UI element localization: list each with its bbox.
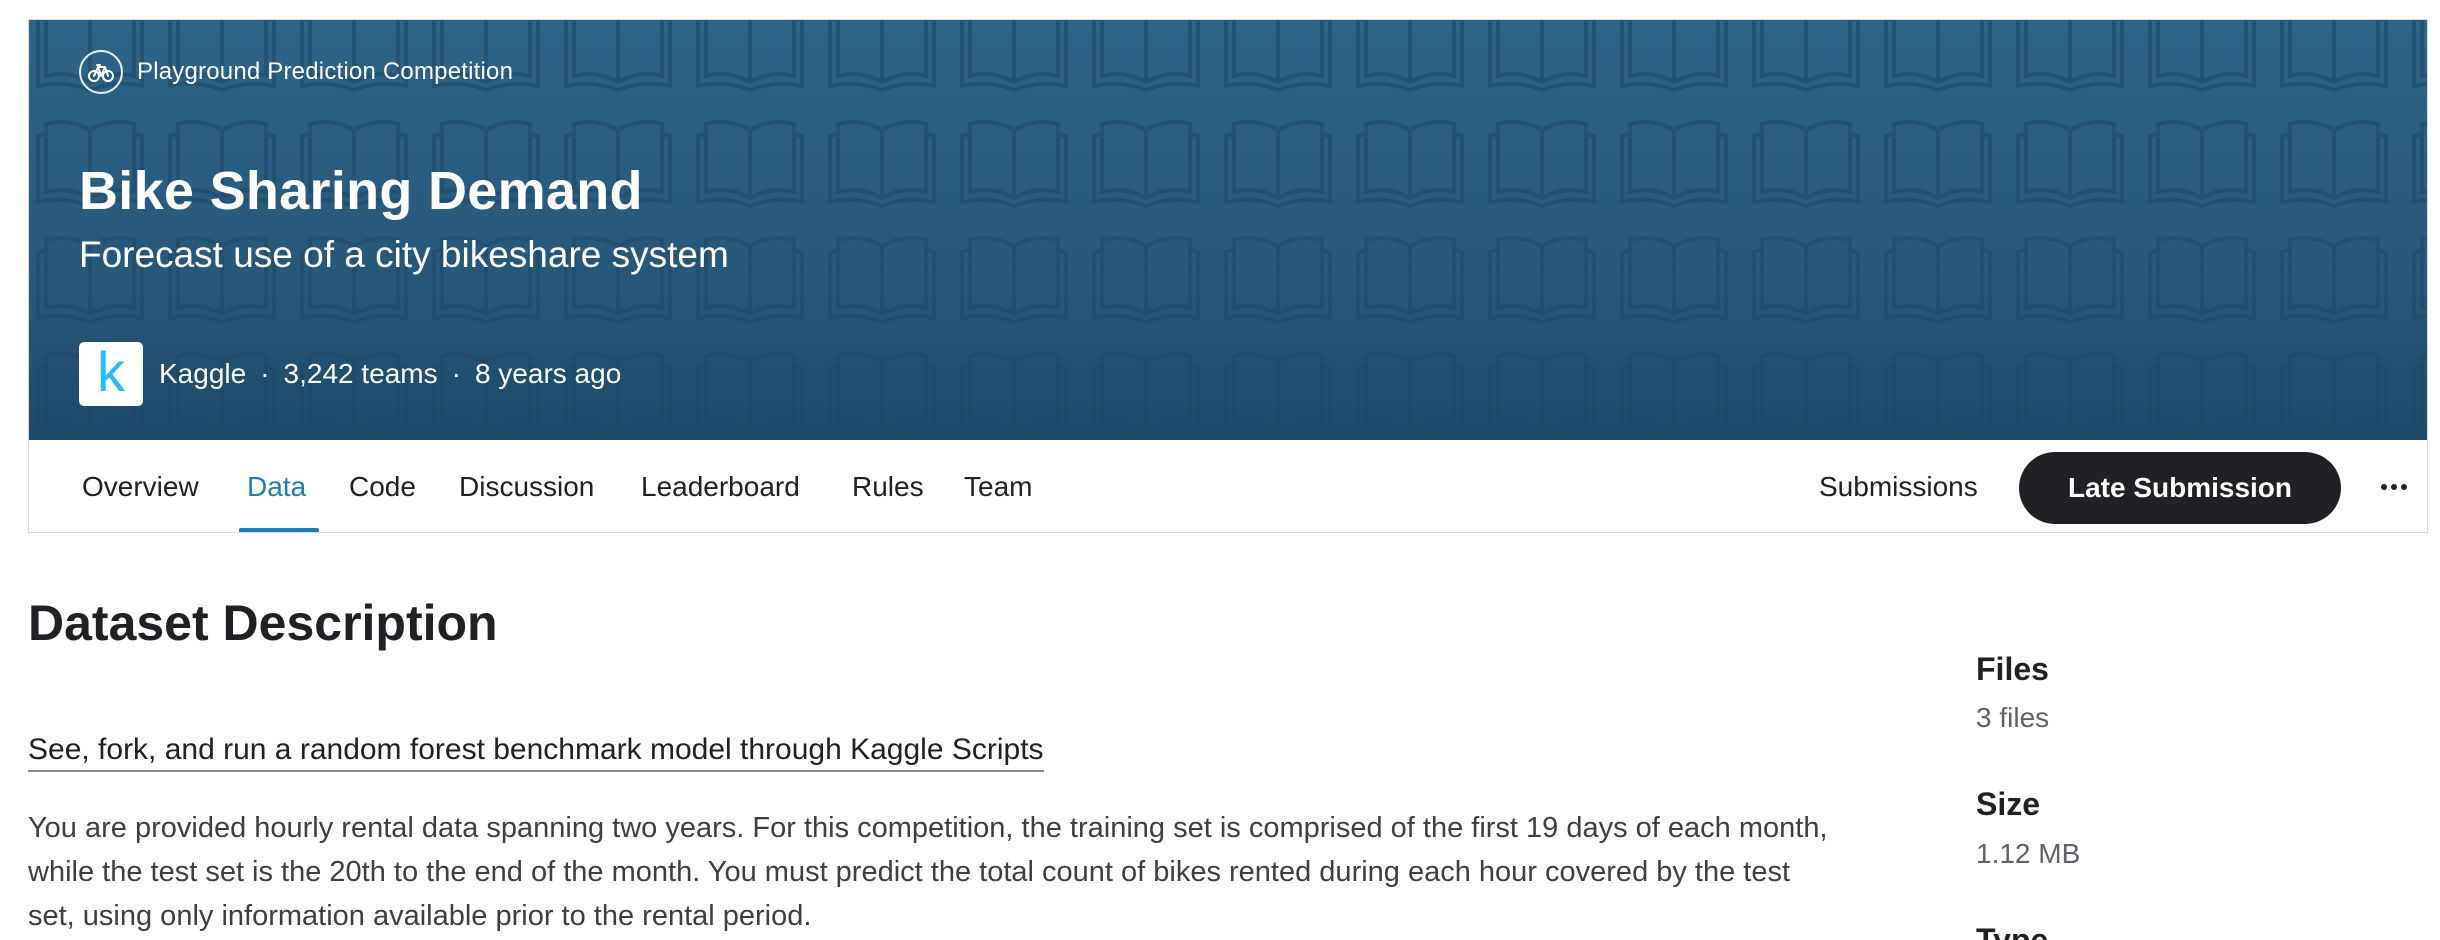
- files-value: 3 files: [1976, 702, 2050, 733]
- tab-discussion[interactable]: Discussion: [459, 440, 594, 532]
- tab-leaderboard[interactable]: Leaderboard: [641, 440, 800, 532]
- kaggle-logo-icon[interactable]: k: [79, 342, 143, 406]
- competition-age: 8 years ago: [474, 358, 622, 389]
- late-submission-button[interactable]: Late Submission: [2019, 452, 2341, 524]
- submissions-link[interactable]: Submissions: [1819, 440, 1978, 532]
- separator-dot: ·: [451, 358, 461, 389]
- tab-code[interactable]: Code: [349, 440, 416, 532]
- separator-dot: ·: [260, 358, 270, 389]
- tab-data[interactable]: Data: [247, 440, 306, 532]
- description-line: You are provided hourly rental data span…: [28, 812, 1828, 844]
- description-line: set, using only information available pr…: [28, 900, 812, 932]
- files-label: Files: [1976, 651, 2049, 687]
- dataset-description-text: You are provided hourly rental data span…: [28, 806, 1908, 938]
- size-label: Size: [1976, 786, 2041, 822]
- type-label: Type: [1976, 922, 2049, 940]
- benchmark-link[interactable]: See, fork, and run a random forest bench…: [28, 733, 1044, 772]
- competition-type-label: Playground Prediction Competition: [137, 58, 514, 85]
- team-count[interactable]: 3,242 teams: [284, 358, 438, 390]
- dataset-description-heading: Dataset Description: [28, 595, 498, 651]
- host-info: k Kaggle · 3,242 teams · 8 years ago: [79, 342, 621, 406]
- competition-subtitle: Forecast use of a city bikeshare system: [79, 234, 729, 275]
- competition-page: Playground Prediction Competition Bike S…: [0, 0, 2440, 940]
- more-horizontal-icon[interactable]: [2369, 462, 2419, 512]
- tab-overview[interactable]: Overview: [82, 440, 199, 532]
- competition-tab-bar: Overview Data Code Discussion Leaderboar…: [29, 440, 2427, 532]
- competition-type: Playground Prediction Competition: [79, 50, 513, 94]
- competition-title: Bike Sharing Demand: [79, 161, 643, 221]
- active-tab-indicator: [239, 528, 319, 532]
- competition-banner: Playground Prediction Competition Bike S…: [29, 20, 2427, 440]
- size-value: 1.12 MB: [1976, 838, 2081, 869]
- host-meta: Kaggle · 3,242 teams · 8 years ago: [159, 358, 621, 390]
- description-line: while the test set is the 20th to the en…: [28, 856, 1791, 888]
- competition-header-card: Playground Prediction Competition Bike S…: [28, 19, 2428, 533]
- tab-rules[interactable]: Rules: [852, 440, 924, 532]
- bicycle-icon: [79, 50, 123, 94]
- host-name[interactable]: Kaggle: [159, 358, 246, 390]
- tab-team[interactable]: Team: [964, 440, 1032, 532]
